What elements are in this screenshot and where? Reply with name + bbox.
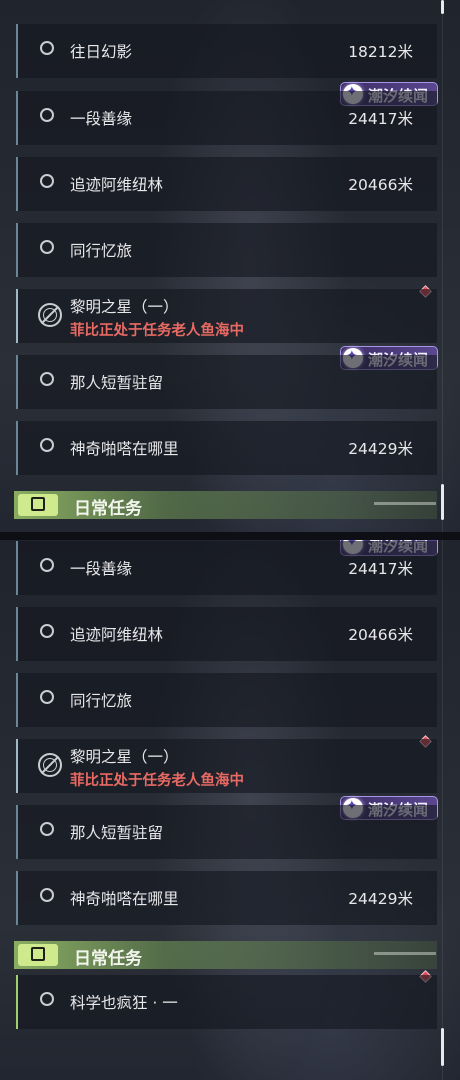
quest-row-shenqi[interactable]: 神奇啪嗒在哪里 24429米 (16, 871, 437, 925)
quest-distance: 20466米 (348, 626, 413, 644)
section-decoration (374, 502, 436, 505)
quest-row-tongxing[interactable]: 同行忆旅 (16, 223, 437, 277)
quest-distance: 24429米 (348, 440, 413, 458)
scrollbar-edge (441, 0, 444, 14)
quest-distance: 24417米 (348, 110, 413, 128)
quest-panel-bottom: 潮汐续闻 一段善缘 24417米 追迹阿维纽林 20466米 同行忆旅 黎明之星… (0, 540, 460, 1080)
quest-tracking-status: 菲比正处于任务老人鱼海中 (70, 323, 244, 339)
quest-tracking-status: 菲比正处于任务老人鱼海中 (70, 773, 244, 789)
quest-circle-icon (40, 108, 54, 122)
quest-title: 黎明之星（一） (70, 298, 179, 316)
quest-circle-icon (40, 240, 54, 254)
tracking-target-icon (38, 753, 62, 777)
quest-row-naren[interactable]: 那人短暂驻留 (16, 805, 437, 859)
quest-circle-icon (40, 174, 54, 188)
quest-circle-icon (40, 888, 54, 902)
quest-circle-icon (40, 438, 54, 452)
quest-distance: 20466米 (348, 176, 413, 194)
quest-title: 那人短暂驻留 (70, 824, 164, 842)
quest-row-shenqi[interactable]: 神奇啪嗒在哪里 24429米 (16, 421, 437, 475)
scrollbar-track (442, 540, 443, 1080)
section-title: 日常任务 (74, 499, 142, 519)
quest-row-wangri[interactable]: 往日幻影 18212米 (16, 24, 437, 78)
quest-row-liming[interactable]: 黎明之星（一） 菲比正处于任务老人鱼海中 (16, 289, 437, 343)
quest-title: 科学也疯狂 · 一 (70, 994, 178, 1012)
quest-row-yiduan[interactable]: 一段善缘 24417米 (16, 91, 437, 145)
panel-divider (0, 532, 460, 540)
quest-circle-icon (40, 690, 54, 704)
quest-circle-icon (40, 372, 54, 386)
quest-distance: 18212米 (348, 43, 413, 61)
tracking-target-icon (38, 303, 62, 327)
quest-circle-icon (40, 41, 54, 55)
quest-title: 黎明之星（一） (70, 748, 179, 766)
daily-quest-header[interactable]: 日常任务 (14, 941, 437, 969)
quest-title: 神奇啪嗒在哪里 (70, 440, 179, 458)
quest-title: 追迹阿维纽林 (70, 176, 164, 194)
quest-title: 一段善缘 (70, 560, 133, 578)
quest-title: 那人短暂驻留 (70, 374, 164, 392)
scrollbar-track (442, 0, 443, 532)
section-decoration (374, 952, 436, 955)
quest-title: 一段善缘 (70, 110, 133, 128)
daily-quest-icon (18, 494, 58, 516)
daily-quest-icon (18, 944, 58, 966)
quest-row-tongxing[interactable]: 同行忆旅 (16, 673, 437, 727)
quest-title: 同行忆旅 (70, 692, 133, 710)
quest-row-liming[interactable]: 黎明之星（一） 菲比正处于任务老人鱼海中 (16, 739, 437, 793)
quest-circle-icon (40, 822, 54, 836)
quest-row-naren[interactable]: 那人短暂驻留 (16, 355, 437, 409)
scrollbar-thumb[interactable] (441, 1028, 444, 1066)
quest-row-yiduan[interactable]: 一段善缘 24417米 (16, 541, 437, 595)
quest-circle-icon (40, 558, 54, 572)
quest-circle-icon (40, 624, 54, 638)
quest-title: 追迹阿维纽林 (70, 626, 164, 644)
quest-panel-top: 往日幻影 18212米 潮汐续闻 一段善缘 24417米 追迹阿维纽林 2046… (0, 0, 460, 532)
scrollbar-thumb[interactable] (441, 484, 444, 520)
quest-distance: 24429米 (348, 890, 413, 908)
quest-distance: 24417米 (348, 560, 413, 578)
section-title: 日常任务 (74, 949, 142, 969)
quest-title: 神奇啪嗒在哪里 (70, 890, 179, 908)
quest-row-zhuiji[interactable]: 追迹阿维纽林 20466米 (16, 607, 437, 661)
quest-title: 同行忆旅 (70, 242, 133, 260)
quest-circle-icon (40, 992, 54, 1006)
quest-row-zhuiji[interactable]: 追迹阿维纽林 20466米 (16, 157, 437, 211)
daily-quest-header[interactable]: 日常任务 (14, 491, 437, 519)
quest-row-kexue[interactable]: 科学也疯狂 · 一 (16, 975, 437, 1029)
quest-title: 往日幻影 (70, 43, 133, 61)
